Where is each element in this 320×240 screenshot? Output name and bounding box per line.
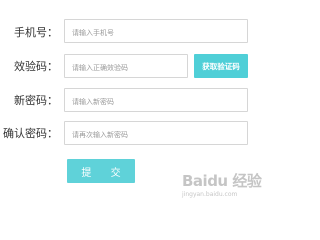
verification-code-input[interactable] <box>65 57 187 79</box>
new-password-input[interactable] <box>65 91 247 113</box>
submit-button[interactable]: 提 交 <box>67 159 135 183</box>
phone-input[interactable] <box>65 22 247 44</box>
baidu-jingyan-watermark: Baidu 经验 jingyan.baidu.com <box>182 170 262 198</box>
confirm-password-field-box <box>64 121 248 146</box>
code-field-box <box>64 54 188 79</box>
code-label: 效验码： <box>14 60 58 73</box>
watermark-site: jingyan.baidu.com <box>182 191 238 198</box>
phone-field-box <box>64 19 248 44</box>
new-password-label: 新密码： <box>14 94 58 107</box>
watermark-logo: Baidu 经验 <box>182 172 262 190</box>
reset-password-form: 手机号： 效验码： 获取验证码 新密码： 确认密码： 提 交 Baidu 经验 … <box>0 0 264 200</box>
phone-label: 手机号： <box>14 26 58 39</box>
get-verification-code-button[interactable]: 获取验证码 <box>194 54 248 78</box>
confirm-password-input[interactable] <box>65 124 247 146</box>
new-password-field-box <box>64 88 248 113</box>
confirm-password-label: 确认密码： <box>3 127 58 140</box>
